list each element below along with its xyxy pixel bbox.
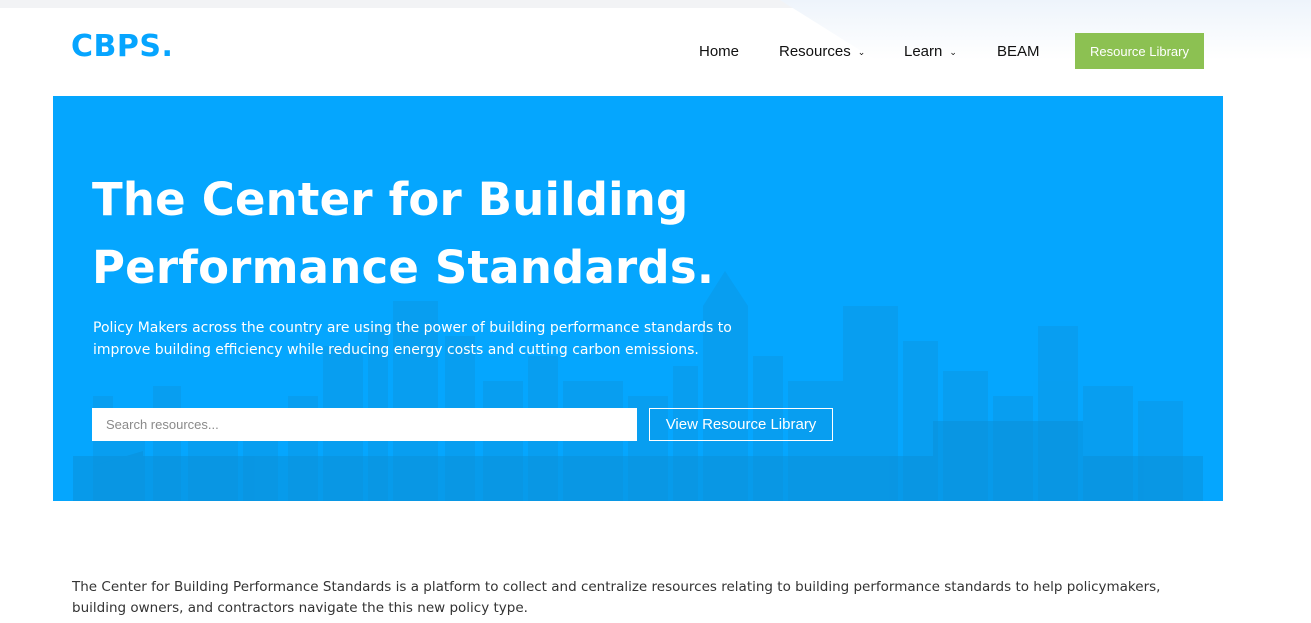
nav-learn[interactable]: Learn ⌄ [904,33,957,69]
nav-resources-label: Resources [779,42,851,60]
chevron-down-icon: ⌄ [949,46,957,57]
hero-title-line-2: Performance Standards. [92,241,715,294]
resource-library-button[interactable]: Resource Library [1075,33,1204,69]
intro-paragraph: The Center for Building Performance Stan… [72,577,1222,619]
hero-subtitle-line-2: improve building efficiency while reduci… [93,342,699,358]
view-resource-library-button-label: View Resource Library [665,416,817,433]
intro-line-2: building owners, and contractors navigat… [72,600,528,616]
search-resources-input[interactable] [92,408,637,441]
nav-beam[interactable]: BEAM [997,33,1040,69]
nav-beam-label: BEAM [997,42,1040,60]
nav-home-label: Home [699,42,740,60]
hero-subtitle: Policy Makers across the country are usi… [93,317,773,361]
resource-library-button-label: Resource Library [1090,43,1189,59]
hero-title: The Center for Building Performance Stan… [92,166,852,302]
hero-title-line-1: The Center for Building [92,173,689,226]
hero-banner: The Center for Building Performance Stan… [53,96,1223,501]
intro-line-1: The Center for Building Performance Stan… [72,579,1161,595]
nav-resources[interactable]: Resources ⌄ [779,33,865,69]
nav-learn-label: Learn [904,42,943,60]
view-resource-library-button[interactable]: View Resource Library [649,408,833,441]
hero-subtitle-line-1: Policy Makers across the country are usi… [93,320,732,336]
nav-home[interactable]: Home [699,33,739,69]
chevron-down-icon: ⌄ [857,46,866,57]
